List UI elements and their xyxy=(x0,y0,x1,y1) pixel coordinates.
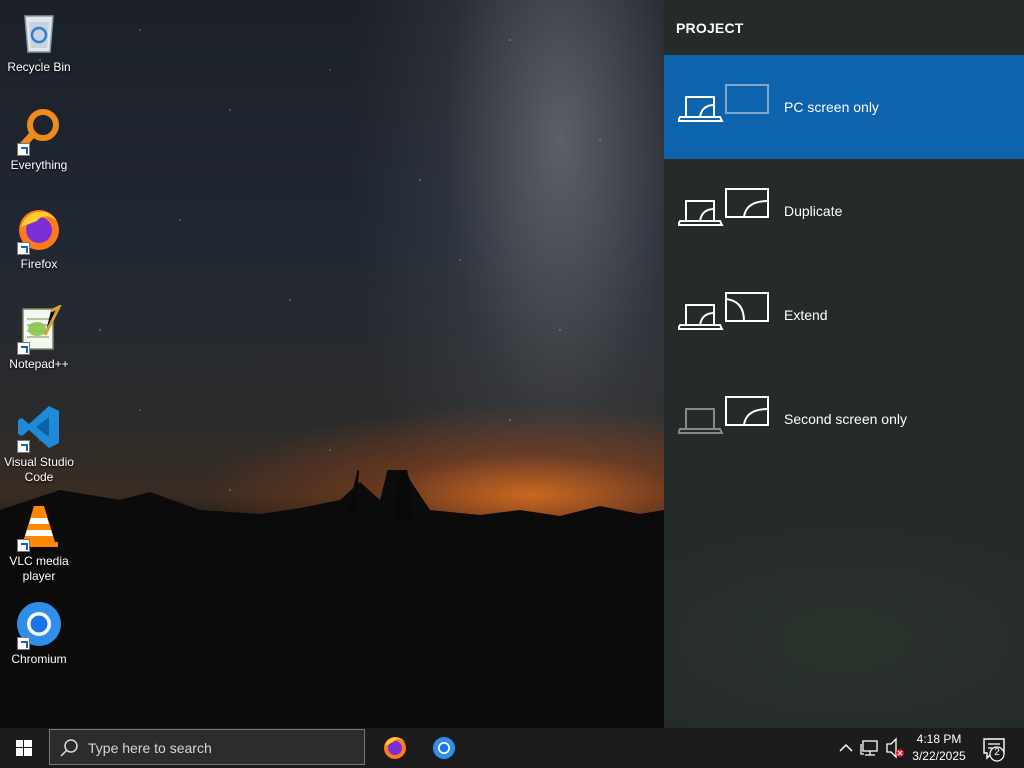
shortcut-arrow-icon xyxy=(17,637,30,650)
desktop-icon-everything[interactable]: Everything xyxy=(2,106,76,173)
project-panel: PROJECT PC screen only Duplicate Extend … xyxy=(664,0,1024,728)
desktop-icon-label: Everything xyxy=(10,158,68,172)
clock-date: 3/22/2025 xyxy=(912,749,966,763)
action-center-button[interactable]: 2 xyxy=(978,728,1018,768)
taskbar-clock[interactable]: 4:18 PM 3/22/2025 xyxy=(906,731,972,765)
desktop-icon-label: Visual Studio Code xyxy=(4,455,74,484)
shortcut-arrow-icon xyxy=(17,143,30,156)
desktop-icon-vscode[interactable]: Visual Studio Code xyxy=(2,403,76,485)
taskbar-app-firefox[interactable] xyxy=(371,728,419,768)
extend-display-icon xyxy=(678,292,769,330)
project-option-duplicate[interactable]: Duplicate xyxy=(664,159,1024,263)
desktop-icon-chromium[interactable]: Chromium xyxy=(2,600,76,667)
taskbar-app-chromium[interactable] xyxy=(420,728,468,768)
windows-logo-icon xyxy=(16,740,32,756)
start-button[interactable] xyxy=(0,728,48,768)
desktop-icon-label: VLC media player xyxy=(9,554,69,583)
second-screen-only-icon xyxy=(678,396,769,434)
project-option-label: Extend xyxy=(784,307,828,323)
project-option-pc-screen-only[interactable]: PC screen only xyxy=(664,55,1024,159)
desktop-icon-label: Chromium xyxy=(11,652,67,666)
volume-button[interactable] xyxy=(884,728,906,768)
notification-count-badge: 2 xyxy=(994,747,1000,758)
project-option-extend[interactable]: Extend xyxy=(664,263,1024,367)
desktop-icon-notepadpp[interactable]: Notepad++ xyxy=(2,305,76,372)
search-icon xyxy=(60,739,78,757)
taskbar: Type here to search 4:18 PM 3/22/2025 2 xyxy=(0,728,1024,768)
shortcut-arrow-icon xyxy=(17,440,30,453)
show-hidden-icons-button[interactable] xyxy=(836,736,856,760)
firefox-icon xyxy=(384,737,406,759)
shortcut-arrow-icon xyxy=(17,539,30,552)
desktop-icon-label: Recycle Bin xyxy=(7,60,71,74)
desktop-icon-label: Notepad++ xyxy=(9,357,69,371)
recycle-bin-icon xyxy=(24,15,54,53)
volume-muted-icon xyxy=(886,737,904,759)
duplicate-display-icon xyxy=(678,188,769,226)
chromium-icon xyxy=(433,737,455,759)
clock-time: 4:18 PM xyxy=(916,732,962,746)
project-option-label: Duplicate xyxy=(784,203,843,219)
taskbar-search-box[interactable]: Type here to search xyxy=(49,729,365,765)
network-icon xyxy=(860,740,878,756)
desktop-icon-recycle-bin[interactable]: Recycle Bin xyxy=(2,8,76,75)
desktop-icon-vlc[interactable]: VLC media player xyxy=(2,502,76,584)
shortcut-arrow-icon xyxy=(17,242,30,255)
project-option-second-screen-only[interactable]: Second screen only xyxy=(664,367,1024,471)
project-option-label: Second screen only xyxy=(784,411,907,427)
search-placeholder: Type here to search xyxy=(88,740,212,756)
desktop-icon-label: Firefox xyxy=(20,257,58,271)
chevron-up-icon xyxy=(839,743,853,752)
project-panel-title: PROJECT xyxy=(676,20,744,36)
shortcut-arrow-icon xyxy=(17,342,30,355)
pc-screen-only-icon xyxy=(678,84,769,122)
project-option-label: PC screen only xyxy=(784,99,879,115)
desktop-icon-firefox[interactable]: Firefox xyxy=(2,205,76,272)
network-status-button[interactable] xyxy=(860,728,882,768)
